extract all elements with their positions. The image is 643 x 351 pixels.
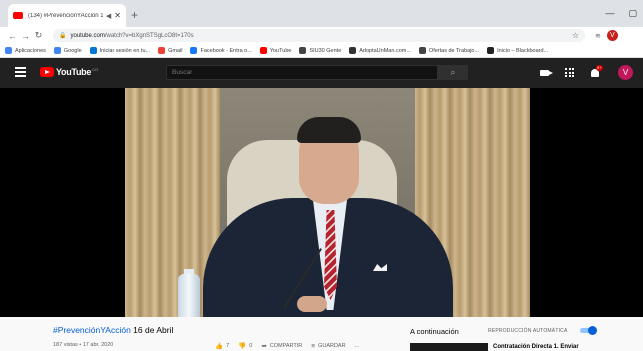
browser-tab[interactable]: (134) #PrevenciónYAcción 1 ◀ ✕ (8, 4, 126, 27)
back-icon[interactable]: ← (6, 31, 19, 41)
bookmark-label: Google (63, 47, 82, 54)
bookmark-favicon-icon (349, 47, 357, 54)
youtube-favicon-icon (13, 12, 23, 19)
bookmark-favicon-icon (299, 47, 307, 54)
bookmark-favicon-icon (5, 47, 12, 54)
bookmark-label: YouTube (269, 47, 292, 54)
country-code: CO (92, 67, 99, 72)
bookmark-favicon-icon (89, 47, 97, 54)
bookmark-label: Inicio – Blackboard... (497, 47, 549, 54)
autoplay-toggle[interactable] (580, 326, 598, 335)
extension-icon[interactable]: ≋ (595, 32, 601, 40)
more-actions-button[interactable]: ... (355, 343, 360, 349)
bookmark-label: Aplicaciones (15, 47, 46, 54)
title-hashtag-link[interactable]: #PrevenciónYAcción (53, 325, 131, 335)
bookmark-favicon-icon (190, 47, 198, 54)
user-avatar[interactable]: V (618, 65, 633, 80)
bookmark-item[interactable]: Gmail (158, 47, 182, 54)
reload-icon[interactable]: ↻ (32, 30, 45, 41)
speaker-icon[interactable]: ◀ (106, 12, 111, 20)
create-video-icon[interactable] (540, 69, 553, 76)
minimize-icon[interactable]: — (605, 8, 614, 19)
bookmark-label: Facebook - Entra o... (200, 47, 252, 54)
autoplay-label: REPRODUCCIÓN AUTOMÁTICA (488, 328, 568, 334)
youtube-masthead: YouTube CO ⌕ 9+ V (0, 58, 643, 88)
thumbs-up-icon: 👍 (215, 343, 224, 350)
video-info-area: #PrevenciónYAcción 16 de Abril 187 vista… (0, 317, 643, 351)
share-button[interactable]: ➦ COMPARTIR (261, 342, 302, 350)
tab-title: (134) #PrevenciónYAcción 1 (28, 12, 103, 19)
video-player[interactable] (0, 88, 643, 317)
bookmark-item[interactable]: Ofertas de Trabajo... (418, 47, 480, 54)
water-bottle (178, 274, 200, 317)
browser-tab-strip: (134) #PrevenciónYAcción 1 ◀ ✕ + — ▢ (0, 0, 643, 27)
apps-grid-icon[interactable] (565, 68, 574, 77)
search-input[interactable] (166, 65, 438, 80)
share-label: COMPARTIR (269, 343, 303, 349)
bookmark-item[interactable]: AdoptaUnMan.com... (349, 47, 411, 54)
bookmark-item[interactable]: YouTube (259, 47, 292, 54)
bookmark-label: Ofertas de Trabajo... (428, 47, 480, 54)
bookmark-item[interactable]: Facebook - Entra o... (190, 47, 252, 54)
next-video-title[interactable]: Contratación Directa 1. Enviar (493, 344, 579, 350)
bookmark-label: SIU30 Gente (309, 47, 342, 54)
video-actions: 👍 7 👎 0 ➦ COMPARTIR ≡ GUARDAR ... (215, 342, 360, 351)
bookmark-favicon-icon (487, 47, 495, 54)
video-title: #PrevenciónYAcción 16 de Abril (53, 325, 173, 335)
notifications-bell-icon[interactable]: 9+ (590, 64, 603, 79)
search-button[interactable]: ⌕ (438, 65, 468, 80)
new-tab-button[interactable]: + (131, 9, 138, 21)
speaker-hair (297, 117, 361, 143)
video-meta: 187 vistas • 17 abr. 2020 (53, 342, 114, 348)
bookmark-label: AdoptaUnMan.com... (359, 47, 411, 54)
window-controls: — ▢ (605, 8, 637, 19)
close-tab-icon[interactable]: ✕ (114, 11, 121, 20)
bookmark-favicon-icon (158, 47, 166, 54)
bookmark-favicon-icon (53, 47, 61, 54)
title-text: 16 de Abril (130, 325, 174, 335)
share-icon: ➦ (261, 343, 267, 350)
bookmarks-bar: Aplicaciones Google Iniciar sesión en tu..… (0, 44, 643, 58)
thumbs-down-icon: 👎 (238, 343, 247, 350)
save-label: GUARDAR (318, 343, 346, 349)
bookmark-item[interactable]: Aplicaciones (5, 47, 46, 54)
bookmark-star-icon[interactable]: ☆ (572, 31, 579, 40)
search-icon: ⌕ (450, 67, 456, 77)
forward-icon[interactable]: → (19, 31, 32, 41)
bookmark-label: Gmail (168, 47, 183, 54)
save-button[interactable]: ≡ GUARDAR (311, 343, 345, 350)
speaker-hands (297, 296, 327, 312)
youtube-logo[interactable]: YouTube CO (40, 67, 98, 77)
notification-badge: 9+ (596, 64, 603, 71)
lock-icon: 🔒 (59, 33, 67, 39)
up-next-label: A continuación (410, 327, 459, 336)
hamburger-menu-icon[interactable] (15, 67, 26, 77)
dislike-button[interactable]: 👎 0 (238, 342, 252, 350)
like-button[interactable]: 👍 7 (215, 342, 229, 350)
playlist-add-icon: ≡ (311, 342, 316, 350)
bookmark-favicon-icon (418, 47, 426, 54)
url-field[interactable]: 🔒 youtube.com/watch?v=bXgnSTSgLcO8t=170s… (53, 29, 585, 42)
url-text: youtube.com/watch?v=bXgnSTSgLcO8t=170s (70, 32, 194, 39)
youtube-wordmark: YouTube (56, 67, 92, 77)
bookmark-item[interactable]: Inicio – Blackboard... (487, 47, 548, 54)
browser-profile-avatar[interactable]: V (606, 30, 618, 41)
bookmark-item[interactable]: Google (53, 47, 82, 54)
bookmark-label: Iniciar sesión en tu... (99, 47, 151, 54)
dislike-count: 0 (249, 343, 253, 349)
bookmark-item[interactable]: SIU30 Gente (299, 47, 341, 54)
next-video-thumbnail[interactable] (410, 343, 488, 351)
video-frame[interactable] (125, 88, 530, 317)
bookmark-favicon-icon (259, 47, 267, 54)
address-bar-row: ← → ↻ 🔒 youtube.com/watch?v=bXgnSTSgLcO8… (0, 27, 643, 44)
bookmark-item[interactable]: Iniciar sesión en tu... (89, 47, 151, 54)
like-count: 7 (226, 343, 230, 349)
youtube-play-icon (40, 67, 54, 77)
restore-icon[interactable]: ▢ (628, 8, 637, 19)
